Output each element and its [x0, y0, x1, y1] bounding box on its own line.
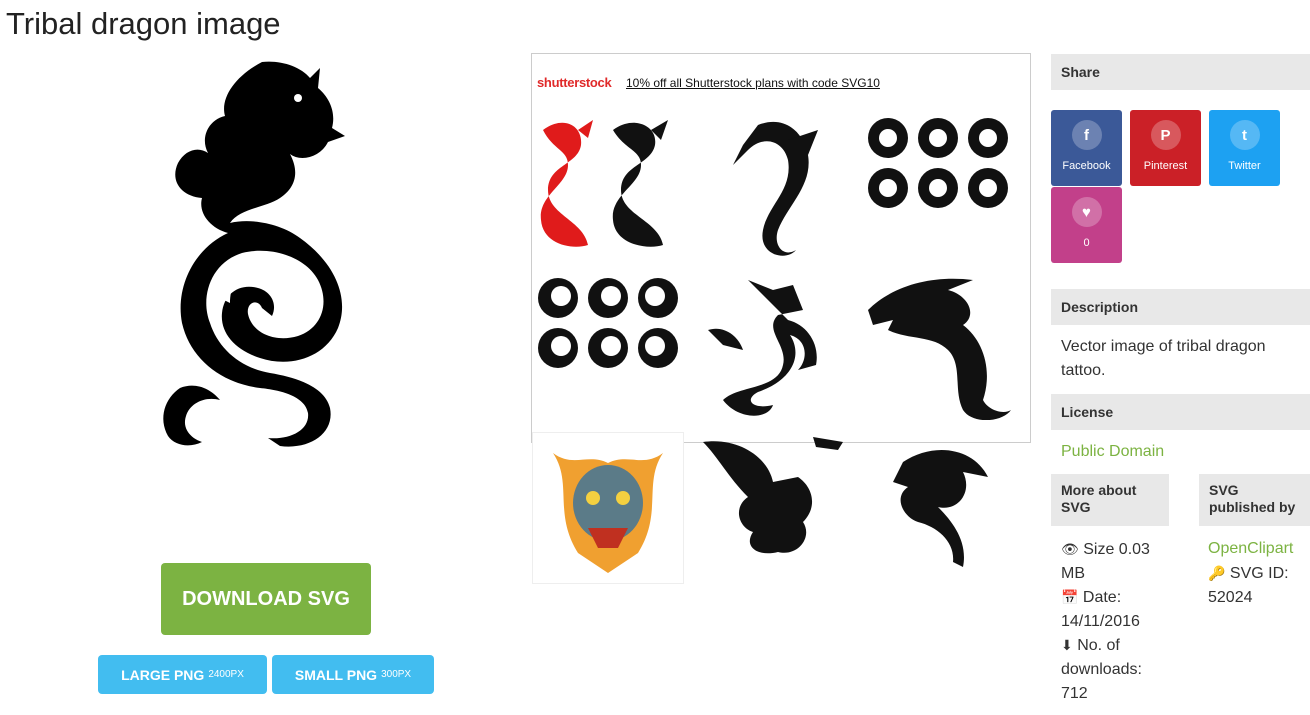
small-png-label: SMALL PNG [294, 666, 378, 683]
svg-id-info: 🔑 SVG ID: 52024 [1208, 561, 1308, 610]
ad-thumbnail[interactable] [863, 432, 1013, 582]
calendar-icon: 📅 [1061, 589, 1079, 605]
ad-thumbnail[interactable] [533, 110, 683, 260]
shutterstock-promo-link[interactable]: 10% off all Shutterstock plans with code… [626, 76, 880, 90]
published-by-heading: SVG published by [1199, 474, 1310, 526]
size-info: 👁 Size 0.03 MB [1061, 537, 1166, 586]
ad-thumbnail[interactable] [698, 432, 848, 582]
license-link[interactable]: Public Domain [1061, 440, 1164, 464]
ad-thumbnail[interactable] [533, 270, 683, 420]
facebook-label: Facebook [1062, 160, 1111, 172]
facebook-icon: f [1071, 120, 1102, 150]
ad-thumbnail[interactable] [863, 110, 1013, 260]
download-icon: ⬇ [1061, 637, 1073, 653]
svg-id-value: 52024 [1208, 589, 1253, 606]
twitter-label: Twitter [1228, 160, 1261, 172]
large-png-size: 2400PX [208, 669, 244, 680]
shutterstock-logo[interactable]: shutterstock [537, 75, 612, 90]
description-text: Vector image of tribal dragon tattoo. [1061, 338, 1266, 379]
ad-thumbnail[interactable] [698, 270, 848, 420]
downloads-value: 712 [1061, 685, 1088, 702]
twitter-icon: t [1229, 120, 1260, 150]
downloads-label: No. of downloads: [1061, 637, 1142, 678]
date-label: Date: [1082, 589, 1122, 606]
small-png-button[interactable]: SMALL PNG 300PX [272, 655, 434, 694]
ad-thumbnail[interactable] [532, 432, 684, 584]
date-info: 📅 Date: 14/11/2016 [1061, 585, 1166, 634]
more-about-heading: More about SVG [1051, 474, 1169, 526]
large-png-label: LARGE PNG [121, 666, 205, 683]
ad-thumbnail[interactable] [698, 110, 848, 260]
eye-icon: 👁 [1061, 541, 1079, 557]
pinterest-label: Pinterest [1143, 160, 1188, 172]
license-heading: License [1051, 394, 1310, 430]
like-button[interactable]: ♥ 0 [1051, 187, 1122, 263]
publisher-link[interactable]: OpenClipart [1208, 537, 1293, 561]
dragon-preview-image [150, 58, 365, 450]
large-png-button[interactable]: LARGE PNG 2400PX [98, 655, 267, 694]
twitter-share-button[interactable]: t Twitter [1209, 110, 1280, 186]
page-title: Tribal dragon image [6, 6, 281, 41]
pinterest-icon: P [1150, 120, 1181, 150]
description-heading: Description [1051, 289, 1310, 325]
like-count: 0 [1083, 237, 1090, 249]
svg-id-label: SVG ID: [1229, 565, 1289, 582]
heart-icon: ♥ [1071, 197, 1102, 227]
share-heading: Share [1051, 54, 1310, 90]
download-svg-button[interactable]: DOWNLOAD SVG [161, 563, 371, 635]
facebook-share-button[interactable]: f Facebook [1051, 110, 1122, 186]
pinterest-share-button[interactable]: P Pinterest [1130, 110, 1201, 186]
downloads-info: ⬇ No. of downloads: 712 [1061, 633, 1166, 706]
small-png-size: 300PX [381, 669, 412, 680]
date-value: 14/11/2016 [1061, 613, 1140, 630]
key-icon: 🔑 [1208, 565, 1226, 581]
ad-thumbnail[interactable] [863, 270, 1013, 421]
